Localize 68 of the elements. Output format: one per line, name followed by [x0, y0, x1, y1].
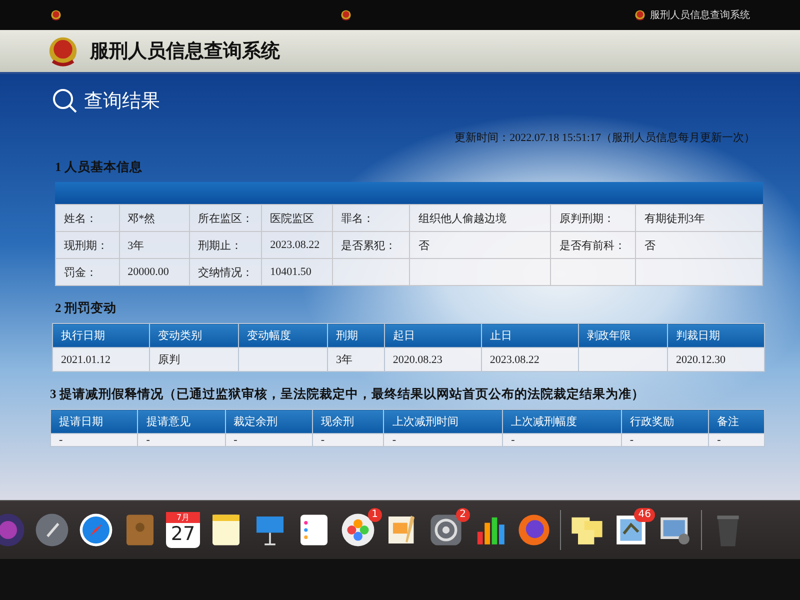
column-header: 行政奖励: [621, 410, 709, 434]
column-header: 现余刑: [312, 410, 384, 434]
field-label: 交纳情况：: [198, 266, 254, 278]
column-header: 执行日期: [52, 324, 150, 348]
column-header: 止日: [481, 324, 578, 348]
field-value: 邓*然: [128, 212, 156, 224]
field-label: 是否累犯：: [340, 240, 396, 252]
column-header: 刑期: [328, 324, 384, 348]
field-label: 刑期止：: [198, 240, 242, 252]
table-cell: -: [630, 434, 634, 446]
table-cell: 2023.08.22: [490, 354, 540, 366]
table-cell: -: [234, 434, 238, 446]
field-value: 10401.50: [270, 266, 312, 278]
field-label: 罚金：: [64, 266, 97, 278]
browser-icon[interactable]: [516, 512, 552, 548]
table-cell: 2020.12.30: [676, 354, 726, 366]
table-cell: -: [146, 434, 150, 446]
table-cell: 2021.01.12: [61, 354, 110, 366]
column-header: 上次减刑幅度: [502, 410, 622, 434]
orb-icon[interactable]: [0, 512, 26, 548]
field-value: 有期徒刑3年: [644, 212, 705, 224]
field-label: 所在监区：: [198, 212, 254, 224]
field-label: 姓名：: [64, 212, 97, 224]
column-header: 上次减刑时间: [384, 410, 503, 434]
update-time-note: 更新时间：2022.07.18 15:51:17（服刑人员信息每月更新一次）: [454, 132, 755, 144]
column-header: 提请日期: [50, 410, 138, 434]
column-header: 备注: [708, 410, 764, 434]
emblem-icon: [50, 9, 62, 21]
section-title: 2 刑罚变动: [55, 300, 118, 317]
table-cell: -: [59, 434, 63, 446]
emblem-icon: [634, 9, 646, 21]
section-title: 1 人员基本信息: [55, 159, 144, 176]
table-cell: -: [511, 434, 515, 446]
field-value: 组织他人偷越边境: [418, 212, 506, 224]
field-label: 是否有前科：: [559, 240, 626, 252]
column-header: 提请意见: [138, 410, 226, 434]
column-header: 变动类别: [150, 324, 239, 348]
notification-badge: 2: [456, 508, 470, 522]
calendar-icon[interactable]: 7月 27: [166, 512, 200, 548]
field-label: 现刑期：: [64, 240, 108, 252]
field-label: 原判刑期：: [559, 212, 614, 224]
field-value: 否: [644, 240, 656, 252]
browser-tab[interactable]: 服刑人员信息查询系统: [634, 8, 750, 22]
table-cell: -: [717, 434, 721, 446]
search-icon: [52, 88, 78, 114]
column-header: 判裁日期: [667, 324, 764, 348]
column-header: 变动幅度: [238, 324, 328, 348]
compass-icon[interactable]: [78, 512, 114, 548]
table-cell: -: [320, 434, 325, 446]
field-value: 20000.00: [128, 266, 169, 278]
column-header: 起日: [384, 324, 482, 348]
field-value: 医院监区: [270, 212, 314, 224]
table-cell: 原判: [158, 354, 180, 366]
field-value: 否: [418, 240, 430, 252]
page-title: 查询结果: [84, 90, 160, 114]
section-title: 3 提请减刑假释情况（已通过监狱审核，呈法院裁定中，最终结果以网站首页公布的法院裁定结果为准）: [50, 386, 646, 403]
column-header: 剥政年限: [578, 324, 668, 348]
notification-badge: 46: [634, 508, 655, 522]
system-title: 服刑人员信息查询系统: [90, 40, 280, 64]
field-value: 3年: [128, 240, 144, 252]
table-cell: 2020.08.23: [392, 354, 442, 366]
notification-badge: 1: [368, 508, 382, 522]
table-cell: -: [392, 434, 396, 446]
field-value: 2023.08.22: [270, 239, 320, 251]
field-label: 罪名：: [340, 212, 374, 224]
table-cell: 3年: [336, 354, 353, 366]
emblem-icon: [340, 9, 352, 21]
column-header: 裁定余刑: [225, 410, 312, 434]
